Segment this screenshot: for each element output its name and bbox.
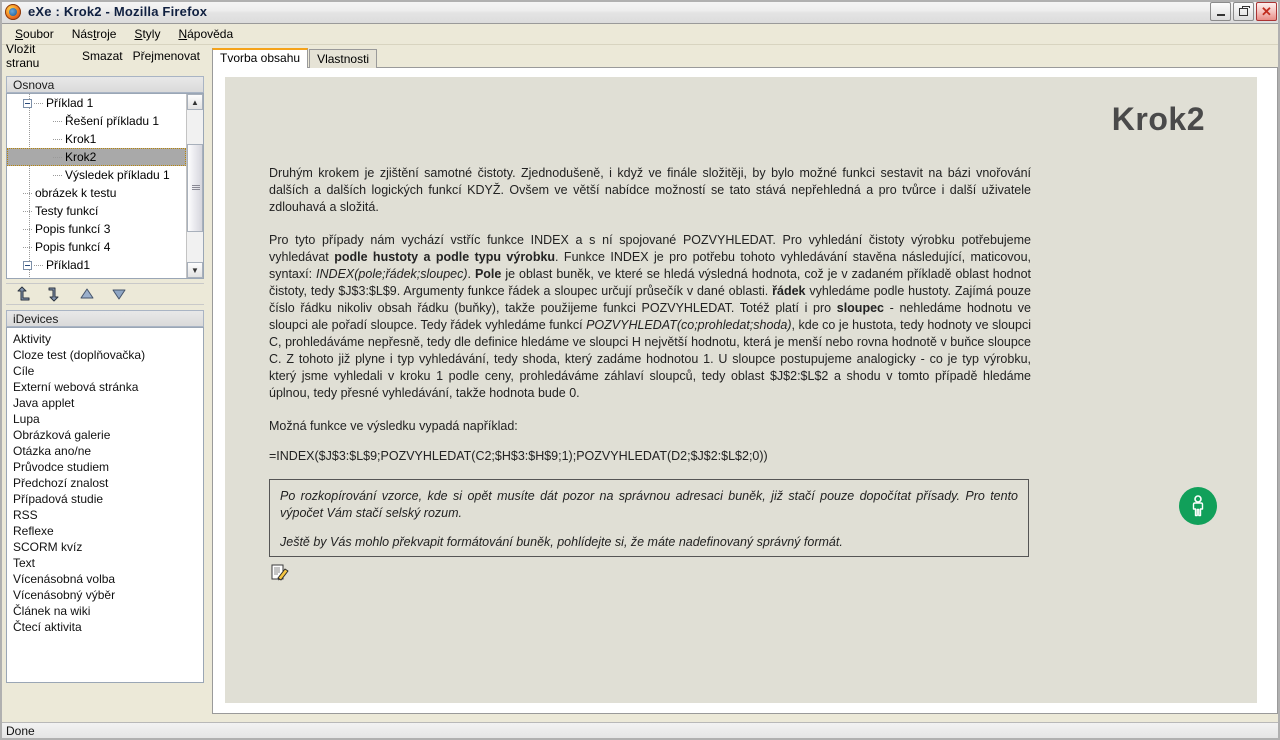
- idevice-item-clanek-na-wiki[interactable]: Článek na wiki: [7, 603, 203, 619]
- collapse-icon[interactable]: [23, 99, 32, 109]
- tree-item-label: Příklad 1: [46, 96, 94, 110]
- edit-pencil-icon[interactable]: [271, 564, 289, 582]
- outline-tree-rows: Příklad 1 Řešení příkladu 1 Krok1 Krok2 …: [7, 94, 186, 278]
- promote-arrow-icon[interactable]: [14, 285, 32, 303]
- idevice-item-scorm-kviz[interactable]: SCORM kvíz: [7, 539, 203, 555]
- idevice-item-cloze-test[interactable]: Cloze test (doplňovačka): [7, 347, 203, 363]
- move-up-arrow-icon[interactable]: [78, 285, 96, 303]
- menu-soubor-label: oubor: [23, 27, 54, 41]
- content-frame: Krok2 Druhým krokem je zjištění samotné …: [212, 68, 1278, 714]
- idevice-item-cteci-aktivita[interactable]: Čtecí aktivita: [7, 619, 203, 635]
- note-box: Po rozkopírování vzorce, kde si opět mus…: [269, 479, 1029, 557]
- delete-button[interactable]: Smazat: [82, 47, 131, 65]
- application-window: eXe : Krok2 - Mozilla Firefox ✕ Soubor N…: [0, 0, 1280, 740]
- outline-toolbar: Vložit stranu Smazat Přejmenovat: [0, 42, 210, 70]
- tree-item-label: Příklad1: [46, 258, 91, 272]
- idevice-item-rss[interactable]: RSS: [7, 507, 203, 523]
- tree-item-krok2[interactable]: Krok2: [7, 148, 186, 166]
- outline-panel-header: Osnova: [6, 76, 204, 93]
- insert-page-button[interactable]: Vložit stranu: [6, 40, 80, 72]
- outline-scrollbar[interactable]: ▲ ▼: [186, 94, 203, 278]
- menu-bar: Soubor Nástroje Styly Nápověda: [0, 24, 1280, 45]
- tree-item-popis-funkci-4[interactable]: Popis funkcí 4: [7, 238, 186, 256]
- note-line-2: Ještě by Vás mohlo překvapit formátování…: [280, 535, 843, 549]
- idevice-item-java-applet[interactable]: Java applet: [7, 395, 203, 411]
- tab-strip: Tvorba obsahu Vlastnosti: [212, 47, 1278, 68]
- status-text: Done: [6, 724, 35, 738]
- minimize-button[interactable]: [1210, 2, 1231, 21]
- paragraph-1: Druhým krokem je zjištění samotné čistot…: [269, 166, 1031, 214]
- scroll-up-icon[interactable]: ▲: [187, 94, 203, 110]
- formula-text: =INDEX($J$3:$L$9;POZVYHLEDAT(C2;$H$3:$H$…: [269, 449, 768, 463]
- window-title: eXe : Krok2 - Mozilla Firefox: [28, 4, 208, 19]
- person-badge-icon[interactable]: [1179, 487, 1217, 525]
- idevice-item-pruvodce-studiem[interactable]: Průvodce studiem: [7, 459, 203, 475]
- outline-arrow-toolbar: [6, 283, 204, 305]
- note-line-1: Po rozkopírování vzorce, kde si opět mus…: [280, 489, 1018, 520]
- scroll-down-icon[interactable]: ▼: [187, 262, 203, 278]
- collapse-icon[interactable]: [23, 261, 32, 271]
- scrollbar-grip: [192, 185, 200, 190]
- paragraph-3: Možná funkce ve výsledku vypadá napříkla…: [269, 419, 518, 433]
- idevice-item-reflexe[interactable]: Reflexe: [7, 523, 203, 539]
- scrollbar-thumb[interactable]: [187, 144, 203, 232]
- menu-styly[interactable]: Styly: [125, 25, 169, 43]
- idevice-item-lupa[interactable]: Lupa: [7, 411, 203, 427]
- tree-item-reseni-prikladu-1[interactable]: Řešení příkladu 1: [7, 112, 186, 130]
- tree-item-popis-funkci-3[interactable]: Popis funkcí 3: [7, 220, 186, 238]
- status-bar: Done: [0, 722, 1280, 740]
- paragraph-2: Pro tyto případy nám vychází vstříc funk…: [269, 232, 1031, 402]
- tree-item-label: Výsledek příkladu 1: [65, 168, 170, 182]
- idevice-item-otazka-ano-ne[interactable]: Otázka ano/ne: [7, 443, 203, 459]
- p2-bold-4: sloupec: [836, 301, 884, 315]
- page-body: Druhým krokem je zjištění samotné čistot…: [269, 165, 1031, 476]
- tree-item-label: Řešení příkladu 1: [65, 114, 160, 128]
- p2-bold-3: řádek: [772, 284, 806, 298]
- p2-bold-1: podle hustoty a podle typu výrobku: [334, 250, 556, 264]
- tab-vlastnosti[interactable]: Vlastnosti: [309, 49, 378, 68]
- idevice-item-predchozi-znalost[interactable]: Předchozí znalost: [7, 475, 203, 491]
- idevice-item-vicenasobny-vyber[interactable]: Vícenásobný výběr: [7, 587, 203, 603]
- tree-item-krok1[interactable]: Krok1: [7, 130, 186, 148]
- title-bar: eXe : Krok2 - Mozilla Firefox ✕: [0, 0, 1280, 24]
- rename-button[interactable]: Přejmenovat: [133, 47, 208, 65]
- authoring-page: Krok2 Druhým krokem je zjištění samotné …: [225, 77, 1257, 703]
- p2-italic-1: INDEX(pole;řádek;sloupec): [316, 267, 468, 281]
- move-down-arrow-icon[interactable]: [110, 285, 128, 303]
- close-button[interactable]: ✕: [1256, 2, 1277, 21]
- p2-italic-2: POZVYHLEDAT(co;prohledat;shoda): [586, 318, 792, 332]
- idevice-item-obrazkova-galerie[interactable]: Obrázková galerie: [7, 427, 203, 443]
- idevice-item-externi-webova-stranka[interactable]: Externí webová stránka: [7, 379, 203, 395]
- tree-item-obrazek-k-testu[interactable]: obrázek k testu: [7, 184, 186, 202]
- idevice-item-text[interactable]: Text: [7, 555, 203, 571]
- outline-tree[interactable]: Příklad 1 Řešení příkladu 1 Krok1 Krok2 …: [6, 93, 204, 279]
- tree-item-label: Popis funkcí 3: [35, 222, 111, 236]
- demote-arrow-icon[interactable]: [46, 285, 64, 303]
- menu-napoveda[interactable]: Nápověda: [169, 25, 242, 43]
- page-title: Krok2: [1111, 101, 1205, 137]
- tree-item-label: Krok2: [65, 150, 97, 164]
- tree-item-priklad-1[interactable]: Příklad 1: [7, 94, 186, 112]
- idevice-item-cile[interactable]: Cíle: [7, 363, 203, 379]
- p2-bold-2: Pole: [474, 267, 502, 281]
- tab-tvorba-obsahu[interactable]: Tvorba obsahu: [212, 48, 309, 68]
- tree-item-label: Krok1: [65, 132, 97, 146]
- tree-item-label: obrázek k testu: [35, 186, 117, 200]
- window-controls: ✕: [1210, 2, 1277, 21]
- tree-item-priklad1[interactable]: Příklad1: [7, 256, 186, 274]
- idevices-list[interactable]: Aktivity Cloze test (doplňovačka) Cíle E…: [6, 327, 204, 683]
- idevice-item-aktivity[interactable]: Aktivity: [7, 331, 203, 347]
- idevice-item-vicenasobna-volba[interactable]: Vícenásobná volba: [7, 571, 203, 587]
- tree-item-testy-funkci[interactable]: Testy funkcí: [7, 202, 186, 220]
- firefox-logo-icon: [5, 3, 21, 20]
- restore-button[interactable]: [1233, 2, 1254, 21]
- p2-part-d: .: [467, 267, 475, 281]
- idevice-item-pripadova-studie[interactable]: Případová studie: [7, 491, 203, 507]
- tree-item-label: Popis funkcí 4: [35, 240, 111, 254]
- tree-item-vysledek-prikladu-1[interactable]: Výsledek příkladu 1: [7, 166, 186, 184]
- tree-item-label: Testy funkcí: [35, 204, 99, 218]
- idevices-panel-header: iDevices: [6, 310, 204, 327]
